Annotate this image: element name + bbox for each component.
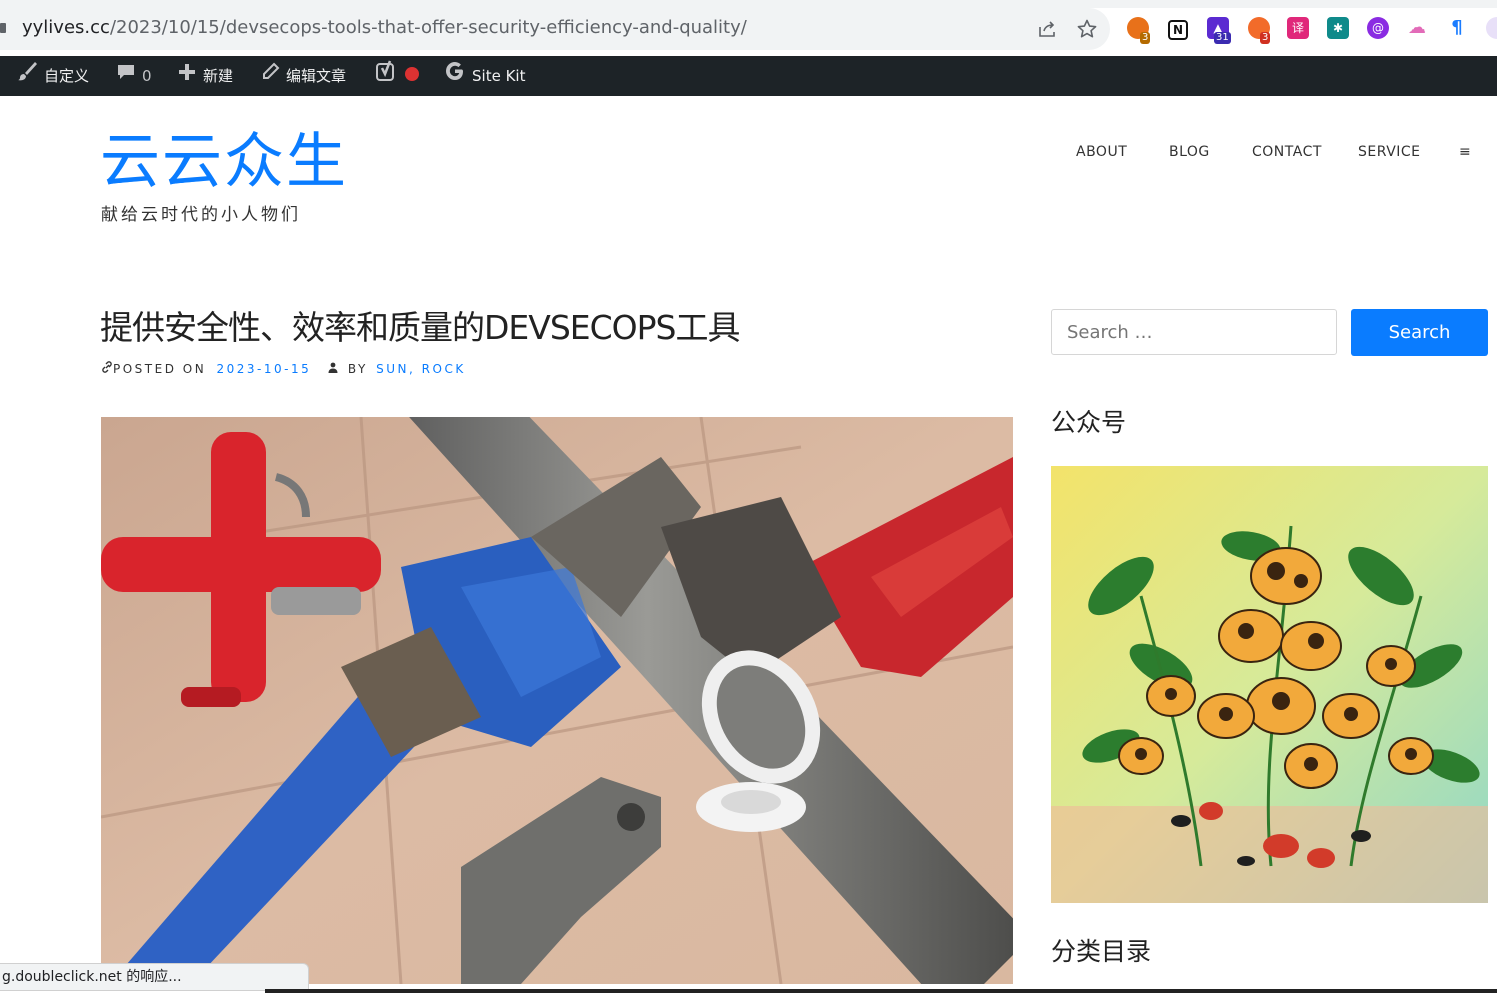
admin-comments[interactable]: 0 [116,56,152,96]
paintbrush-icon [16,57,38,97]
site-title[interactable]: 云云众生 [100,124,348,200]
search-button[interactable]: Search [1351,309,1488,356]
search-input[interactable] [1051,309,1337,355]
widget-title-categories: 分类目录 [1051,937,1152,966]
user-icon [328,362,338,376]
admin-edit-label: 编辑文章 [286,67,347,85]
browser-toolbar: yylives.cc/2023/10/15/devsecops-tools-th… [0,0,1497,56]
nav-menu-toggle[interactable]: ≡ [1459,144,1471,160]
seo-status-dot-icon [404,57,420,97]
yoast-icon [376,57,398,97]
url-host: yylives.cc [22,17,110,38]
ext-badge: 3 [1140,32,1151,44]
ext-grid-icon[interactable]: ✱ [1327,17,1349,39]
admin-sitekit-label: Site Kit [472,67,526,85]
page-bottom-divider [265,989,1497,993]
url-path: /2023/10/15/devsecops-tools-that-offer-s… [109,17,747,38]
plus-icon [177,57,197,97]
ext-notion-icon[interactable]: N [1168,20,1188,40]
site-description: 献给云时代的小人物们 [101,205,301,225]
bookmark-star-icon[interactable] [1076,18,1098,40]
nav-blog[interactable]: BLOG [1169,144,1210,160]
admin-customize[interactable]: 自定义 [16,56,89,96]
admin-edit-post[interactable]: 编辑文章 [260,56,346,96]
ext-blue-flag-icon[interactable]: ¶ [1446,17,1468,39]
lock-icon[interactable] [0,23,6,33]
by-label: BY [347,362,368,376]
wp-admin-bar: 自定义 0 新建 编辑文章 Site Kit [0,56,1497,96]
admin-sitekit[interactable]: Site Kit [444,56,525,96]
ext-badge: 3 [1260,32,1271,44]
ext-cloud-icon[interactable]: ☁ [1406,17,1428,39]
ext-partial-icon[interactable] [1486,17,1497,39]
admin-new-label: 新建 [203,67,234,85]
posted-on-label: POSTED ON [113,362,207,376]
browser-status-bubble: g.doubleclick.net 的响应... [0,963,309,991]
google-g-icon [444,57,466,97]
widget-title-wechat: 公众号 [1051,408,1127,437]
featured-image [101,417,1013,984]
ext-pink-icon[interactable]: 译 [1287,17,1309,39]
wechat-promo-image [1051,466,1488,903]
share-icon[interactable] [1036,18,1058,40]
nav-contact[interactable]: CONTACT [1252,144,1322,160]
admin-yoast[interactable] [376,56,426,96]
url-text[interactable]: yylives.cc/2023/10/15/devsecops-tools-th… [22,17,747,38]
post-date-link[interactable]: 2023-10-15 [217,362,312,376]
pencil-icon [260,57,280,97]
tab-strip-edge [0,0,1497,8]
post-meta: POSTED ON 2023-10-15 BY SUN, ROCK [101,361,466,376]
nav-service[interactable]: SERVICE [1358,144,1421,160]
ext-purple-circle-icon[interactable]: @ [1367,17,1389,39]
post-title: 提供安全性、效率和质量的DEVSECOPS工具 [100,308,740,347]
ext-badge: 31 [1214,32,1231,44]
admin-comments-count: 0 [142,67,152,85]
admin-customize-label: 自定义 [44,67,90,85]
link-chain-icon [101,361,113,376]
nav-about[interactable]: ABOUT [1076,144,1127,160]
comment-bubble-icon [116,57,136,97]
post-authors-link[interactable]: SUN, ROCK [376,362,466,376]
admin-new[interactable]: 新建 [177,56,233,96]
